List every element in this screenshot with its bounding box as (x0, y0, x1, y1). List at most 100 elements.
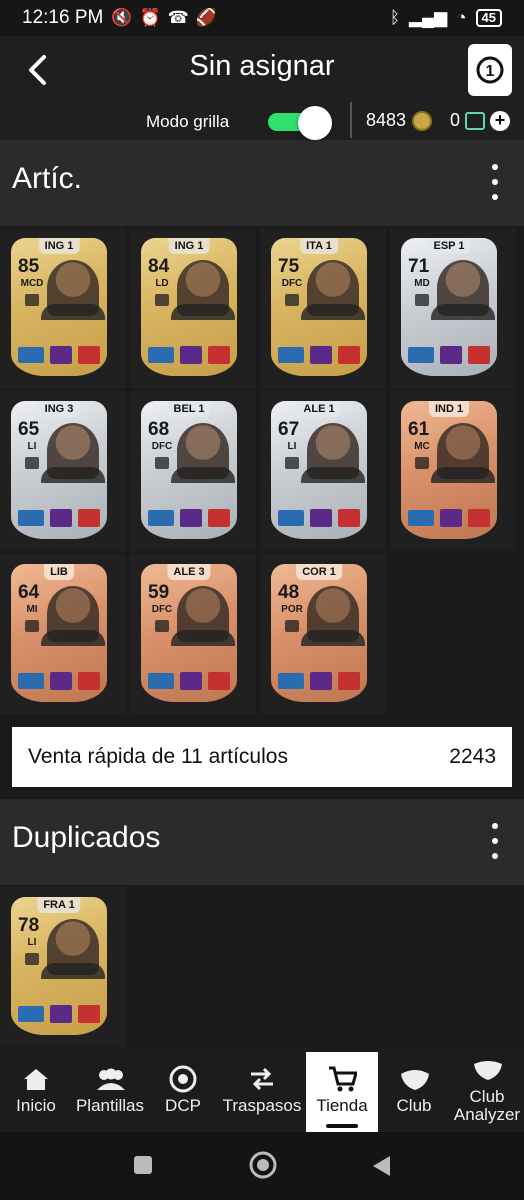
card-cell[interactable]: ING 1 84 LD (130, 228, 258, 390)
club-crest-icon (208, 509, 230, 527)
player-rating: 64 (18, 582, 40, 603)
card-cell[interactable]: ALE 1 67 LI (260, 391, 388, 553)
quick-sell-value: 2243 (449, 745, 496, 768)
nav-item-dcp[interactable]: DCP (148, 1052, 218, 1132)
league-badge: ING 3 (38, 401, 80, 417)
player-card[interactable]: ING 1 84 LD (141, 238, 237, 376)
card-badges (141, 672, 237, 690)
nation-flag-icon (18, 347, 44, 363)
duplicates-more-menu-icon[interactable] (490, 823, 500, 859)
league-badge: ALE 1 (297, 401, 341, 417)
card-cell[interactable]: BEL 1 68 DFC (130, 391, 258, 553)
add-points-icon[interactable]: + (490, 110, 511, 131)
chemistry-style-icon (285, 620, 299, 632)
nav-item-inicio[interactable]: Inicio (0, 1052, 72, 1132)
player-shirt (171, 304, 235, 320)
player-rating: 61 (408, 419, 430, 440)
coin-icon (412, 110, 433, 131)
square-icon (134, 1156, 152, 1174)
card-badges (401, 509, 497, 527)
player-card[interactable]: COR 1 48 POR (271, 564, 367, 702)
bottom-navigation: Inicio Plantillas DCP Traspasos Tienda Club Cl… (0, 1052, 524, 1132)
nav-item-traspasos[interactable]: Traspasos (218, 1052, 306, 1132)
items-more-menu-icon[interactable] (490, 164, 500, 200)
chemistry-style-icon (25, 953, 39, 965)
nation-flag-icon (408, 510, 434, 526)
nav-item-club-analyzer[interactable]: Club Analyzer (450, 1052, 524, 1132)
card-cell[interactable]: ITA 1 75 DFC (260, 228, 388, 390)
player-position: LI (27, 441, 37, 452)
league-badge: ALE 3 (167, 564, 211, 580)
nav-label: Plantillas (75, 1096, 145, 1115)
recents-button[interactable] (132, 1154, 154, 1181)
card-cell[interactable]: ING 3 65 LI (0, 391, 128, 553)
wifi-icon: ◔ (456, 8, 467, 27)
status-notification-icons: 🔇 ⏰ ☎ 🏈 (111, 8, 217, 28)
player-card[interactable]: ITA 1 75 DFC (271, 238, 367, 376)
card-badges (11, 672, 107, 690)
card-cell[interactable]: ING 1 85 MCD (0, 228, 128, 390)
nation-flag-icon (18, 673, 44, 689)
player-shirt (171, 467, 235, 483)
league-badge: IND 1 (428, 401, 470, 417)
nation-flag-icon (408, 347, 434, 363)
player-rating: 65 (18, 419, 40, 440)
player-card[interactable]: ESP 1 71 MD (401, 238, 497, 376)
player-card[interactable]: LIB 64 MI (11, 564, 107, 702)
nav-item-club[interactable]: Club (378, 1052, 450, 1132)
status-bar: 12:16 PM 🔇 ⏰ ☎ 🏈 ᛒ ▂▄▆ ◔ 45 (0, 0, 524, 36)
player-rating: 71 (408, 256, 430, 277)
coins-display: 8483 (366, 110, 433, 131)
nav-item-plantillas[interactable]: Plantillas (72, 1052, 148, 1132)
player-position: DFC (151, 604, 173, 615)
player-position: DFC (281, 278, 303, 289)
player-card[interactable]: ALE 1 67 LI (271, 401, 367, 539)
quick-sell-button[interactable]: Venta rápida de 11 artículos 2243 (12, 727, 512, 787)
points-value: 0 (450, 110, 461, 130)
card-cell[interactable]: LIB 64 MI (0, 554, 128, 716)
league-logo-icon (50, 672, 72, 690)
active-tab-indicator (326, 1124, 358, 1128)
quick-sell-label: Venta rápida de 11 artículos (28, 745, 288, 768)
league-logo-icon (440, 509, 462, 527)
player-shirt (301, 467, 365, 483)
android-nav-bar (0, 1132, 524, 1200)
points-display[interactable]: 0 + (450, 110, 511, 131)
player-card[interactable]: ALE 3 59 DFC (141, 564, 237, 702)
player-shirt (41, 304, 105, 320)
player-card[interactable]: IND 1 61 MC (401, 401, 497, 539)
items-section-title: Artíc. (12, 162, 83, 195)
duplicates-section-title: Duplicados (12, 821, 161, 854)
grid-mode-toggle[interactable] (268, 106, 336, 140)
nation-flag-icon (148, 673, 174, 689)
league-badge: ING 1 (168, 238, 210, 254)
nation-flag-icon (148, 510, 174, 526)
league-badge: BEL 1 (167, 401, 211, 417)
player-position: POR (281, 604, 303, 615)
league-logo-icon (50, 509, 72, 527)
duplicates-section-header: Duplicados (0, 799, 524, 885)
player-position: LD (155, 278, 169, 289)
player-rating: 67 (278, 419, 300, 440)
card-cell[interactable]: FRA 1 78 LI (0, 887, 128, 1049)
club-crest-icon (78, 346, 100, 364)
club-analyzer-icon (472, 1058, 502, 1084)
player-position: MCD (20, 278, 44, 289)
club-crest-icon (468, 346, 490, 364)
player-card[interactable]: ING 1 85 MCD (11, 238, 107, 376)
chemistry-style-icon (25, 620, 39, 632)
player-card[interactable]: FRA 1 78 LI (11, 897, 107, 1035)
league-badge: FRA 1 (37, 897, 81, 913)
player-card[interactable]: ING 3 65 LI (11, 401, 107, 539)
card-cell[interactable]: ESP 1 71 MD (390, 228, 518, 390)
home-button[interactable] (248, 1150, 278, 1185)
card-cell[interactable]: COR 1 48 POR (260, 554, 388, 716)
swap-button[interactable]: 1 (468, 44, 512, 96)
top-header: Sin asignar 1 Modo grilla 8483 0 + (0, 36, 524, 140)
player-card[interactable]: BEL 1 68 DFC (141, 401, 237, 539)
player-position: LI (27, 937, 37, 948)
card-cell[interactable]: ALE 3 59 DFC (130, 554, 258, 716)
nav-item-tienda[interactable]: Tienda (306, 1052, 378, 1132)
system-back-button[interactable] (370, 1154, 392, 1183)
card-cell[interactable]: IND 1 61 MC (390, 391, 518, 553)
